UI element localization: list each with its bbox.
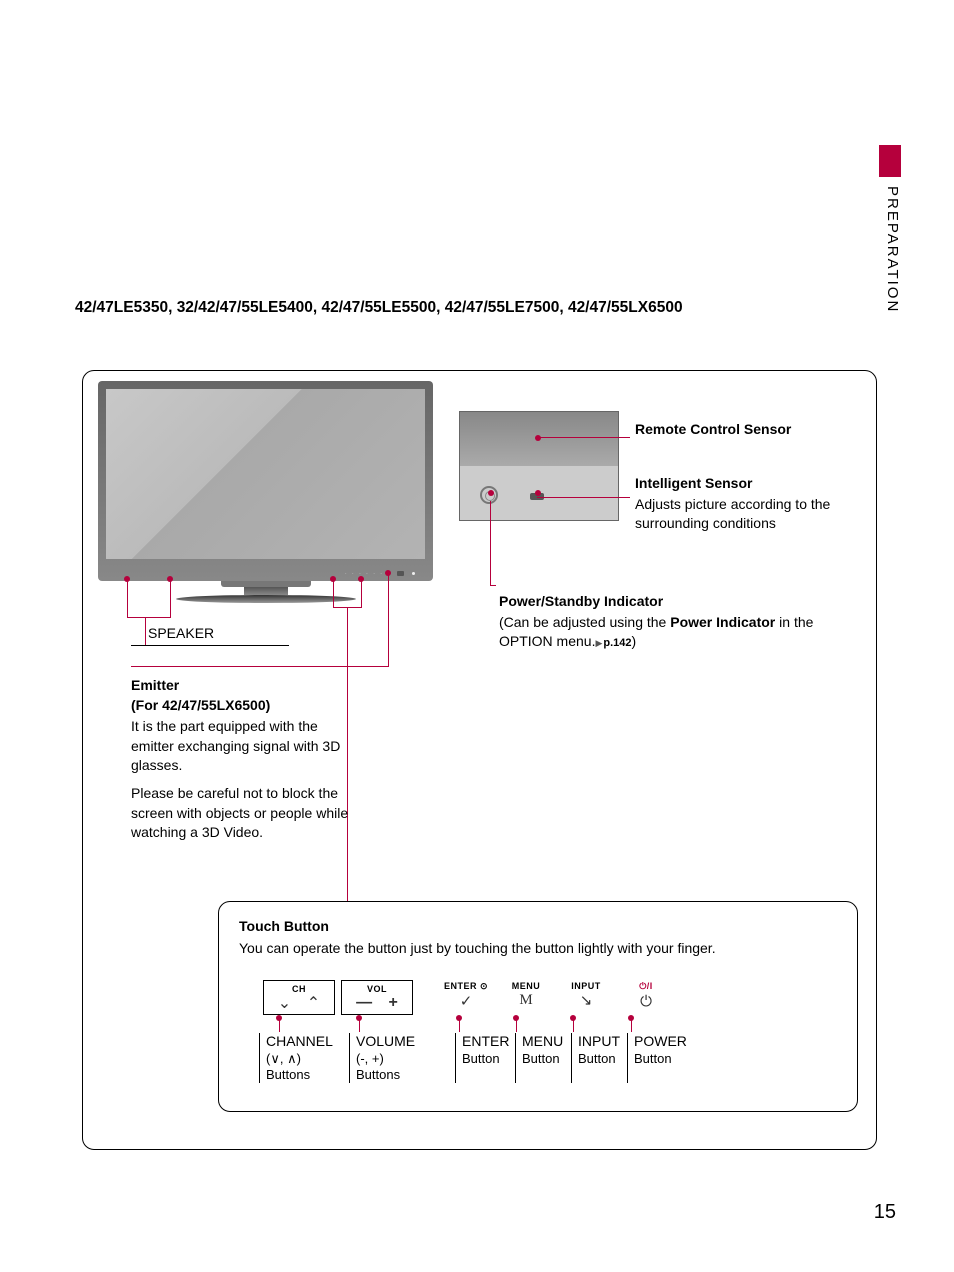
- section-tab: [879, 145, 901, 177]
- enter-button-desc: ENTER Button: [455, 1033, 509, 1083]
- sensor-inset: Remote Control Sensor Intelligent Sensor…: [459, 411, 859, 652]
- power-button: ⏻/I ⏻: [619, 980, 673, 1011]
- tv-illustration: · · · · · · ·: [98, 381, 433, 603]
- diagram-container: · · · · · · · Remote: [82, 370, 877, 1150]
- remote-sensor-label: Remote Control Sensor: [635, 421, 859, 437]
- touch-button-desc: You can operate the button just by touch…: [239, 940, 837, 956]
- menu-icon: M: [519, 992, 532, 1009]
- power-icon: ⏻: [640, 993, 652, 1010]
- power-standby-desc: (Can be adjusted using the Power Indicat…: [499, 613, 859, 652]
- volume-button-group: VOL —+: [341, 980, 413, 1015]
- touch-button-title: Touch Button: [239, 918, 837, 934]
- channel-button-group: CH ⌄⌃: [263, 980, 335, 1015]
- input-icon: ↘: [580, 991, 593, 1009]
- menu-button: MENU M: [499, 980, 553, 1010]
- chevron-up-icon: ⌃: [307, 993, 320, 1013]
- page-number: 15: [874, 1201, 896, 1224]
- volume-button-desc: VOLUME (-, +) Buttons: [349, 1033, 425, 1083]
- speaker-label: SPEAKER: [148, 625, 214, 641]
- power-standby-label: Power/Standby Indicator: [499, 593, 859, 609]
- chevron-down-icon: ⌄: [278, 993, 291, 1013]
- intelligent-sensor-desc: Adjusts picture according to the surroun…: [635, 495, 859, 533]
- minus-icon: —: [356, 994, 372, 1012]
- menu-button-desc: MENU Button: [515, 1033, 565, 1083]
- model-heading: 42/47LE5350, 32/42/47/55LE5400, 42/47/55…: [75, 299, 683, 317]
- plus-icon: +: [388, 994, 397, 1012]
- channel-button-desc: CHANNEL (∨, ∧) Buttons: [259, 1033, 343, 1083]
- section-label: PREPARATION: [879, 182, 901, 313]
- input-button: INPUT ↘: [559, 980, 613, 1010]
- sensor-closeup: [459, 411, 619, 521]
- check-icon: ✓: [460, 992, 473, 1010]
- touch-button-panel: Touch Button You can operate the button …: [218, 901, 858, 1112]
- enter-button: ENTER ⊙ ✓: [439, 980, 493, 1011]
- emitter-description: Emitter (For 42/47/55LX6500) It is the p…: [131, 676, 351, 843]
- input-button-desc: INPUT Button: [571, 1033, 621, 1083]
- power-button-desc: POWER Button: [627, 1033, 687, 1083]
- intelligent-sensor-label: Intelligent Sensor: [635, 475, 859, 491]
